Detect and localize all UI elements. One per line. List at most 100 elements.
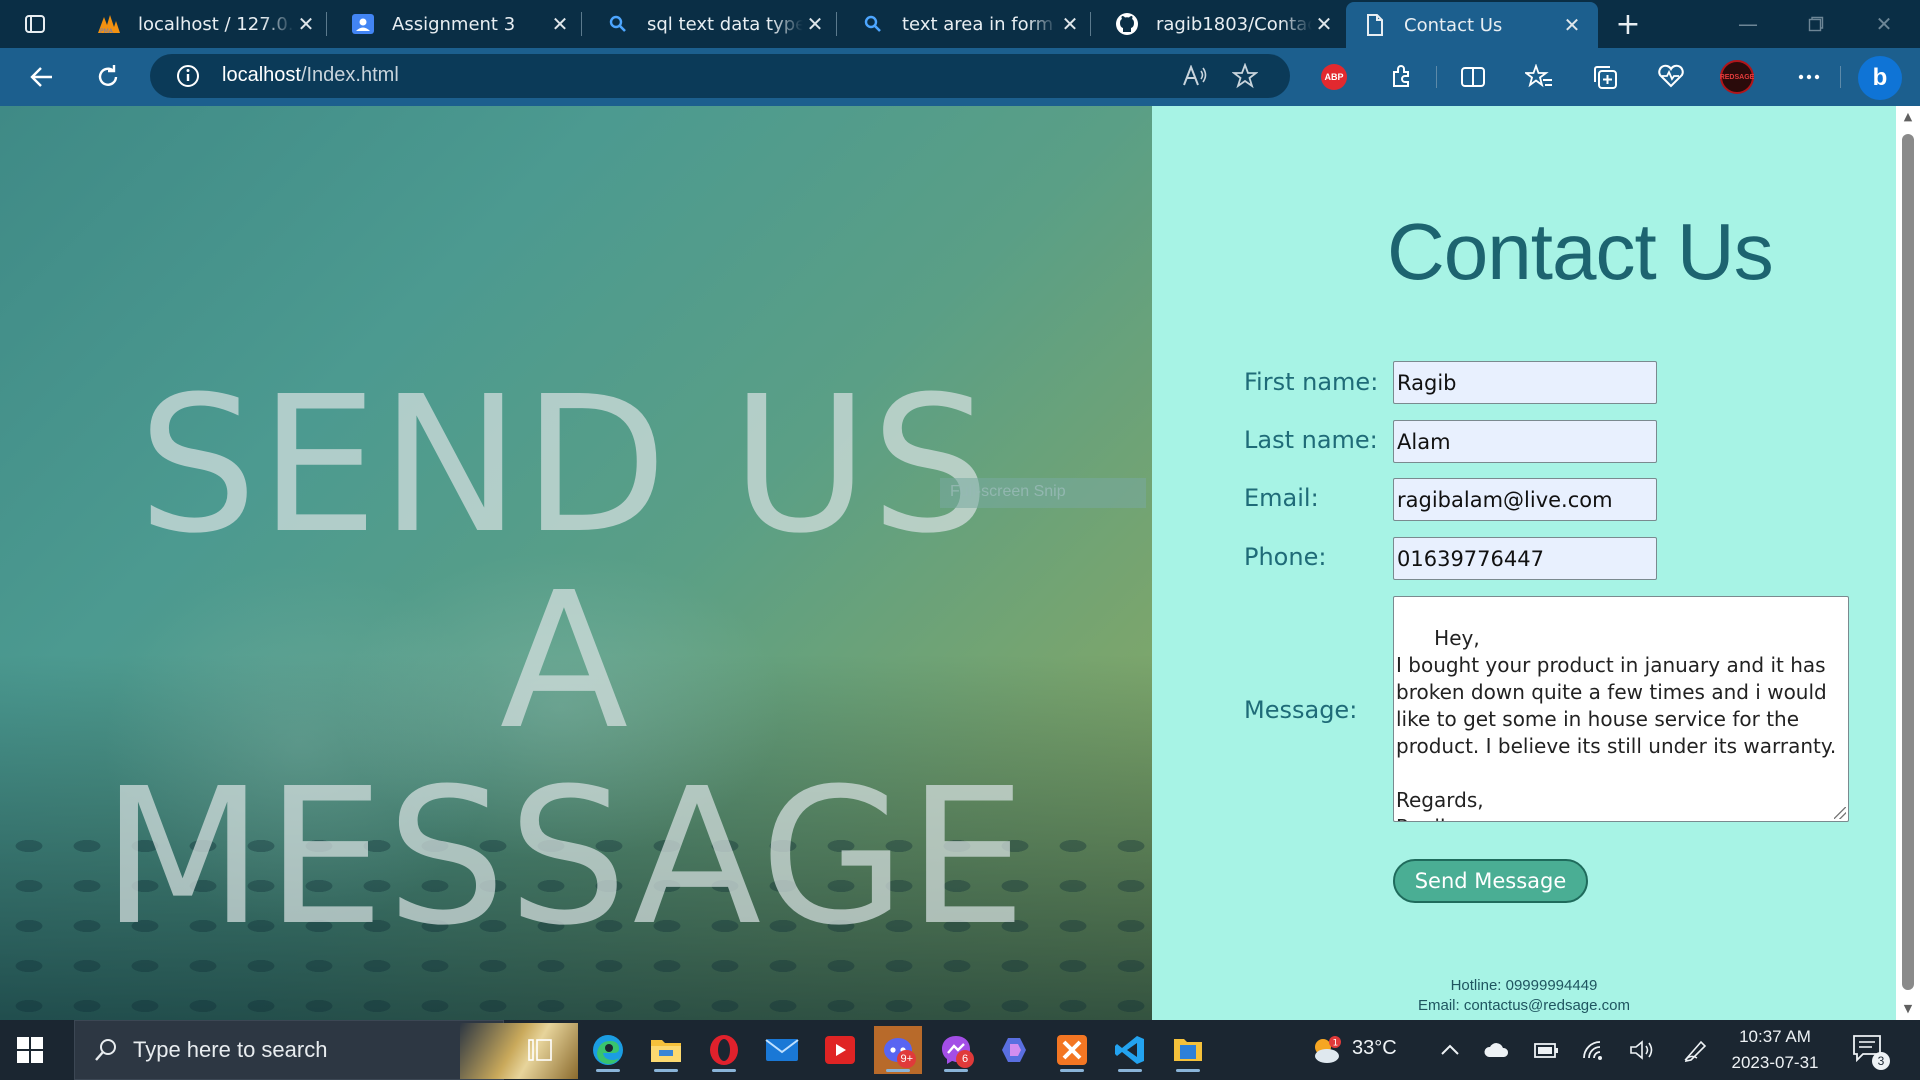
page-title: Contact Us: [1387, 207, 1774, 296]
close-tab-icon[interactable]: ✕: [548, 12, 572, 36]
minimize-icon[interactable]: —: [1714, 0, 1782, 48]
scrollbar-thumb[interactable]: [1902, 134, 1914, 990]
battery-icon[interactable]: [1532, 1036, 1560, 1064]
weather-icon[interactable]: 1: [1308, 1036, 1344, 1064]
phone-input[interactable]: 01639776447: [1393, 537, 1657, 580]
weather-temperature[interactable]: 33°C: [1352, 1037, 1397, 1060]
adblock-plus-icon[interactable]: ABP: [1317, 61, 1351, 93]
tab-divider: [836, 12, 837, 36]
url-path: /Index.html: [300, 64, 399, 86]
notification-center-icon[interactable]: 3: [1852, 1034, 1890, 1070]
taskbar-search[interactable]: Type here to search: [74, 1020, 578, 1080]
close-tab-icon[interactable]: ✕: [1058, 12, 1082, 36]
windows-start-icon[interactable]: [16, 1036, 44, 1064]
page-viewport: SEND US A MESSAGE Full-screen Snip Conta…: [0, 106, 1896, 1020]
youtube-icon[interactable]: [816, 1026, 864, 1074]
volume-icon[interactable]: [1628, 1036, 1656, 1064]
wifi-icon[interactable]: [1580, 1036, 1608, 1064]
tab-divider: [326, 12, 327, 36]
split-screen-icon[interactable]: [1456, 61, 1490, 93]
running-indicator: [1176, 1069, 1200, 1072]
last-name-input[interactable]: Alam: [1393, 420, 1657, 463]
system-clock[interactable]: 10:37 AM 2023-07-31: [1720, 1024, 1830, 1076]
copilot-icon[interactable]: [990, 1026, 1038, 1074]
opera-icon[interactable]: [700, 1026, 748, 1074]
tab-textarea-search[interactable]: text area in form - S ✕: [844, 4, 1096, 44]
hero-line-1: SEND US A: [137, 356, 993, 771]
close-tab-icon[interactable]: ✕: [1312, 12, 1336, 36]
chevron-up-icon[interactable]: [1436, 1036, 1464, 1064]
footer-email: Email: contactus@redsage.com: [1418, 997, 1630, 1014]
clock-date: 2023-07-31: [1731, 1053, 1819, 1072]
weather-badge: 1: [1333, 1039, 1339, 1049]
first-name-input[interactable]: Ragib: [1393, 361, 1657, 404]
maximize-icon[interactable]: [1782, 0, 1850, 48]
close-tab-icon[interactable]: ✕: [803, 12, 827, 36]
running-indicator: [886, 1069, 910, 1072]
tab-divider: [581, 12, 582, 36]
close-window-icon[interactable]: ✕: [1850, 0, 1918, 48]
collections-icon[interactable]: [1588, 61, 1622, 93]
new-tab-icon[interactable]: +: [1612, 7, 1644, 42]
edge-icon[interactable]: [584, 1026, 632, 1074]
tab-actions-icon[interactable]: [14, 10, 56, 38]
tab-contact-us[interactable]: Contact Us ✕: [1346, 2, 1598, 48]
running-indicator: [654, 1069, 678, 1072]
tab-github[interactable]: ragib1803/ContactU ✕: [1098, 4, 1350, 44]
mail-icon[interactable]: [758, 1026, 806, 1074]
tab-phpmyadmin[interactable]: PMA localhost / 127.0.0.1 ✕: [80, 4, 332, 44]
taskbar: Type here to search 9+ 6 1 33°C 10:37 AM…: [0, 1020, 1920, 1080]
messenger-icon[interactable]: 6: [932, 1026, 980, 1074]
toolbar-divider: [1840, 66, 1841, 88]
site-info-icon[interactable]: [176, 64, 200, 92]
send-message-button[interactable]: Send Message: [1393, 859, 1588, 903]
tab-divider: [1090, 12, 1091, 36]
address-bar[interactable]: localhost/Index.html: [150, 54, 1290, 98]
url-host: localhost: [222, 64, 301, 86]
xampp-icon[interactable]: [1048, 1026, 1096, 1074]
performance-icon[interactable]: [1654, 61, 1688, 93]
files-icon[interactable]: [1164, 1026, 1212, 1074]
tab-strip: PMA localhost / 127.0.0.1 ✕ Assignment 3…: [0, 0, 1920, 48]
pen-icon[interactable]: [1682, 1036, 1710, 1064]
page-icon: [1362, 12, 1388, 38]
profile-avatar[interactable]: REDSAGE: [1720, 60, 1754, 94]
resize-grip-icon[interactable]: [1834, 807, 1846, 819]
classroom-icon: [350, 11, 376, 37]
search-icon: [860, 11, 886, 37]
extensions-icon[interactable]: [1384, 61, 1418, 93]
more-options-icon[interactable]: [1792, 61, 1826, 93]
discord-icon[interactable]: 9+: [874, 1026, 922, 1074]
file-explorer-icon[interactable]: [642, 1026, 690, 1074]
bing-copilot-icon[interactable]: b: [1858, 56, 1902, 100]
task-view-icon[interactable]: [516, 1026, 564, 1074]
footer-hotline: Hotline: 09999994449: [1450, 977, 1598, 994]
close-tab-icon[interactable]: ✕: [294, 12, 318, 36]
scroll-up-icon[interactable]: ▲: [1901, 110, 1915, 123]
email-input[interactable]: ragibalam@live.com: [1393, 478, 1657, 521]
running-indicator: [712, 1069, 736, 1072]
phpmyadmin-icon: PMA: [96, 11, 122, 37]
tab-sql-search[interactable]: sql text data type - S ✕: [589, 4, 841, 44]
favorite-star-icon[interactable]: [1230, 62, 1260, 90]
tab-assignment[interactable]: Assignment 3 ✕: [334, 4, 586, 44]
back-icon[interactable]: [22, 57, 62, 97]
first-name-value: Ragib: [1397, 370, 1457, 395]
running-indicator: [944, 1069, 968, 1072]
message-textarea[interactable]: Hey, I bought your product in january an…: [1393, 596, 1849, 822]
read-aloud-icon[interactable]: [1180, 62, 1210, 90]
scroll-down-icon[interactable]: ▼: [1901, 1002, 1915, 1015]
refresh-icon[interactable]: [88, 57, 128, 97]
running-indicator: [1060, 1069, 1084, 1072]
favorites-icon[interactable]: [1522, 61, 1556, 93]
vertical-scrollbar[interactable]: ▲ ▼: [1896, 106, 1920, 1020]
onedrive-icon[interactable]: [1482, 1036, 1510, 1064]
discord-badge: 9+: [897, 1050, 916, 1068]
github-icon: [1114, 11, 1140, 37]
tab-title: sql text data type - S: [647, 13, 803, 35]
url-text[interactable]: localhost/Index.html: [222, 64, 399, 87]
vscode-icon[interactable]: [1106, 1026, 1154, 1074]
tab-title: ragib1803/ContactU: [1156, 13, 1312, 35]
tab-title: localhost / 127.0.0.1: [138, 13, 294, 35]
close-tab-icon[interactable]: ✕: [1560, 13, 1584, 37]
